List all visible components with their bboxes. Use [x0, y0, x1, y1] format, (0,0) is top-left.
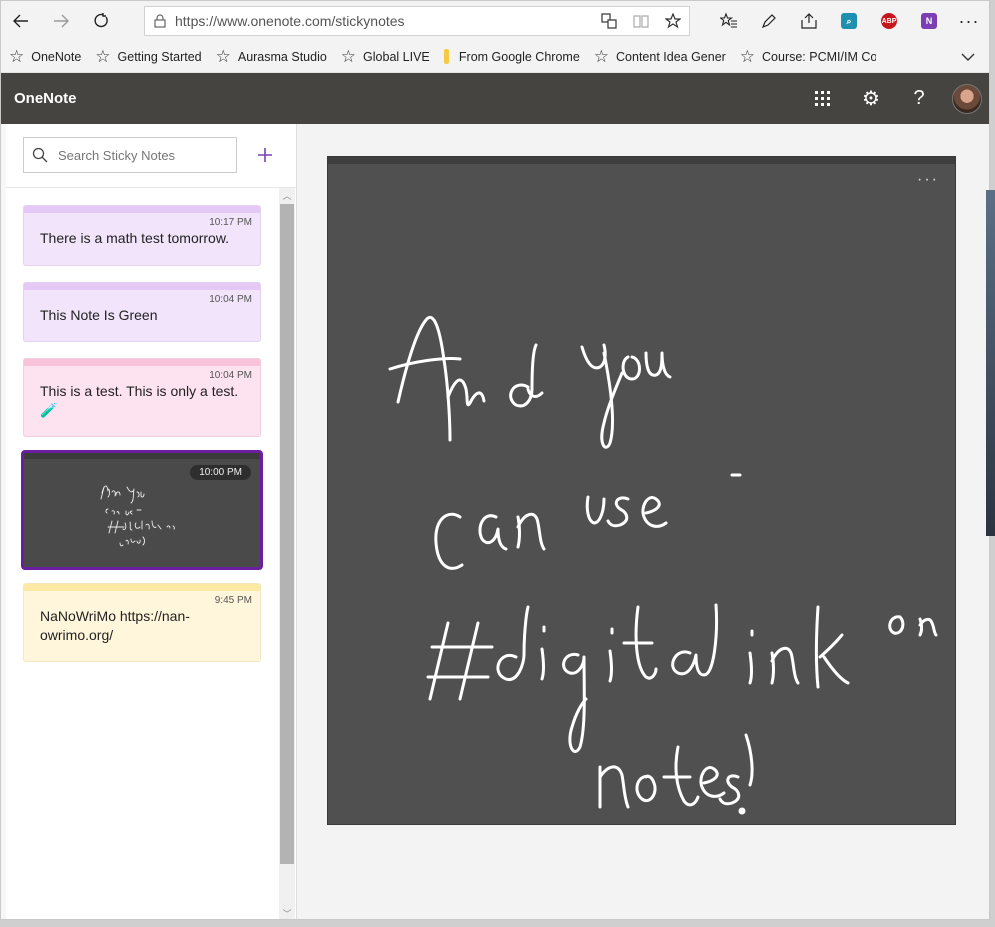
back-arrow-icon	[13, 14, 28, 28]
note-timestamp: 10:04 PM	[209, 370, 252, 381]
add-note-button[interactable]	[253, 143, 277, 167]
adblock-button[interactable]: ABP	[869, 1, 909, 41]
onenote-clipper-button[interactable]: N	[909, 1, 949, 41]
search-extension-icon: ⌕	[841, 13, 857, 29]
help-button[interactable]: ?	[895, 73, 943, 124]
onenote-icon: N	[921, 13, 937, 29]
app-header: OneNote ⚙ ?	[1, 73, 989, 124]
more-menu-button[interactable]: ···	[949, 1, 989, 41]
help-icon: ?	[913, 87, 925, 109]
favorites-overflow-chevron-icon[interactable]	[961, 49, 975, 67]
note-color-bar	[24, 206, 260, 213]
star-icon: ☆	[9, 46, 25, 66]
adblock-icon: ABP	[881, 13, 897, 29]
share-icon	[801, 13, 817, 29]
search-input[interactable]	[56, 146, 230, 164]
favorites-bar: ☆ OneNote ☆ Getting Started ☆ Aurasma Studi…	[1, 41, 989, 73]
notes-sidebar: 10:17 PM There is a math test tomorrow. …	[6, 124, 297, 919]
note-text: NaNoWriMo https://nan-owrimo.org/	[40, 608, 190, 643]
browser-toolbar: https://www.onenote.com/stickynotes ⌕ AB…	[1, 1, 989, 41]
pen-icon	[761, 14, 776, 29]
settings-button[interactable]: ⚙	[847, 73, 895, 124]
ink-note-card[interactable]: ···	[327, 156, 956, 825]
favorite-folder-google-chrome[interactable]: From Google Chrome	[443, 49, 580, 64]
url-text[interactable]: https://www.onenote.com/stickynotes	[175, 13, 593, 29]
sticky-note-selected[interactable]: 10:00 PM	[21, 450, 263, 570]
back-button[interactable]	[1, 1, 41, 41]
star-icon: ☆	[95, 46, 111, 66]
note-timestamp: 9:45 PM	[214, 595, 252, 606]
forward-arrow-icon	[54, 14, 69, 28]
note-editor-pane: ···	[297, 124, 989, 919]
waffle-icon	[815, 90, 830, 106]
star-icon: ☆	[593, 46, 610, 66]
favorites-hub-button[interactable]	[709, 1, 749, 41]
search-extension-button[interactable]: ⌕	[829, 1, 869, 41]
note-timestamp: 10:04 PM	[209, 294, 252, 305]
favorites-list-icon	[720, 12, 737, 28]
background-window-edge	[986, 190, 995, 536]
folder-icon	[443, 49, 449, 64]
favorite-content-idea[interactable]: ☆ Content Idea Generat	[594, 47, 726, 67]
note-text: There is a math test tomorrow.	[40, 230, 230, 246]
scroll-up-arrow-icon[interactable]: ︿	[279, 188, 295, 202]
note-color-bar	[24, 283, 260, 290]
divider	[6, 187, 296, 188]
note-timestamp: 10:17 PM	[209, 217, 252, 228]
note-color-bar	[24, 359, 260, 366]
favorite-star-icon[interactable]	[657, 13, 689, 29]
search-icon	[24, 147, 56, 163]
toolbar-right: ⌕ ABP N ···	[709, 1, 989, 41]
sidebar-scrollbar[interactable]: ︿ ﹀	[279, 188, 295, 919]
browser-window: https://www.onenote.com/stickynotes ⌕ AB…	[0, 0, 990, 920]
note-color-bar	[24, 584, 260, 591]
note-text: This is a test. This is only a test. 🧪	[40, 383, 239, 418]
reading-view-icon[interactable]	[625, 14, 657, 28]
refresh-button[interactable]	[81, 1, 121, 41]
sticky-note[interactable]: 10:17 PM There is a math test tomorrow.	[23, 205, 261, 266]
scroll-down-arrow-icon[interactable]: ﹀	[279, 906, 295, 919]
favorite-course[interactable]: ☆ Course: PCMI/IM Cor	[740, 47, 876, 67]
account-button[interactable]	[943, 73, 989, 124]
translate-icon[interactable]	[593, 13, 625, 29]
favorite-onenote[interactable]: ☆ OneNote	[9, 47, 81, 67]
plus-icon	[258, 148, 272, 162]
star-icon: ☆	[215, 46, 231, 66]
share-button[interactable]	[789, 1, 829, 41]
refresh-icon	[94, 13, 108, 28]
gear-icon: ⚙	[862, 88, 880, 110]
test-tube-icon: 🧪	[40, 402, 58, 418]
sticky-note[interactable]: 10:04 PM This Note Is Green	[23, 282, 261, 342]
ink-thumbnail	[100, 485, 175, 547]
search-box[interactable]	[23, 137, 237, 173]
forward-button[interactable]	[41, 1, 81, 41]
address-bar[interactable]: https://www.onenote.com/stickynotes	[144, 6, 690, 36]
lock-icon	[145, 14, 175, 28]
app-launcher-button[interactable]	[799, 73, 847, 124]
star-icon: ☆	[340, 46, 357, 66]
favorite-global-live[interactable]: ☆ Global LIVE	[341, 47, 430, 67]
avatar	[952, 83, 982, 114]
favorite-getting-started[interactable]: ☆ Getting Started	[95, 47, 201, 67]
scrollbar-thumb[interactable]	[280, 204, 294, 864]
sticky-note[interactable]: 10:04 PM This is a test. This is only a …	[23, 358, 261, 437]
ellipsis-icon: ···	[958, 10, 980, 31]
favorite-aurasma-studio[interactable]: ☆ Aurasma Studio	[216, 47, 327, 67]
digital-ink-drawing	[388, 316, 938, 815]
app-title[interactable]: OneNote	[14, 90, 77, 107]
sticky-note[interactable]: 9:45 PM NaNoWriMo https://nan-owrimo.org…	[23, 583, 261, 662]
pen-button[interactable]	[749, 1, 789, 41]
note-text: This Note Is Green	[40, 307, 158, 323]
star-icon: ☆	[739, 46, 756, 66]
